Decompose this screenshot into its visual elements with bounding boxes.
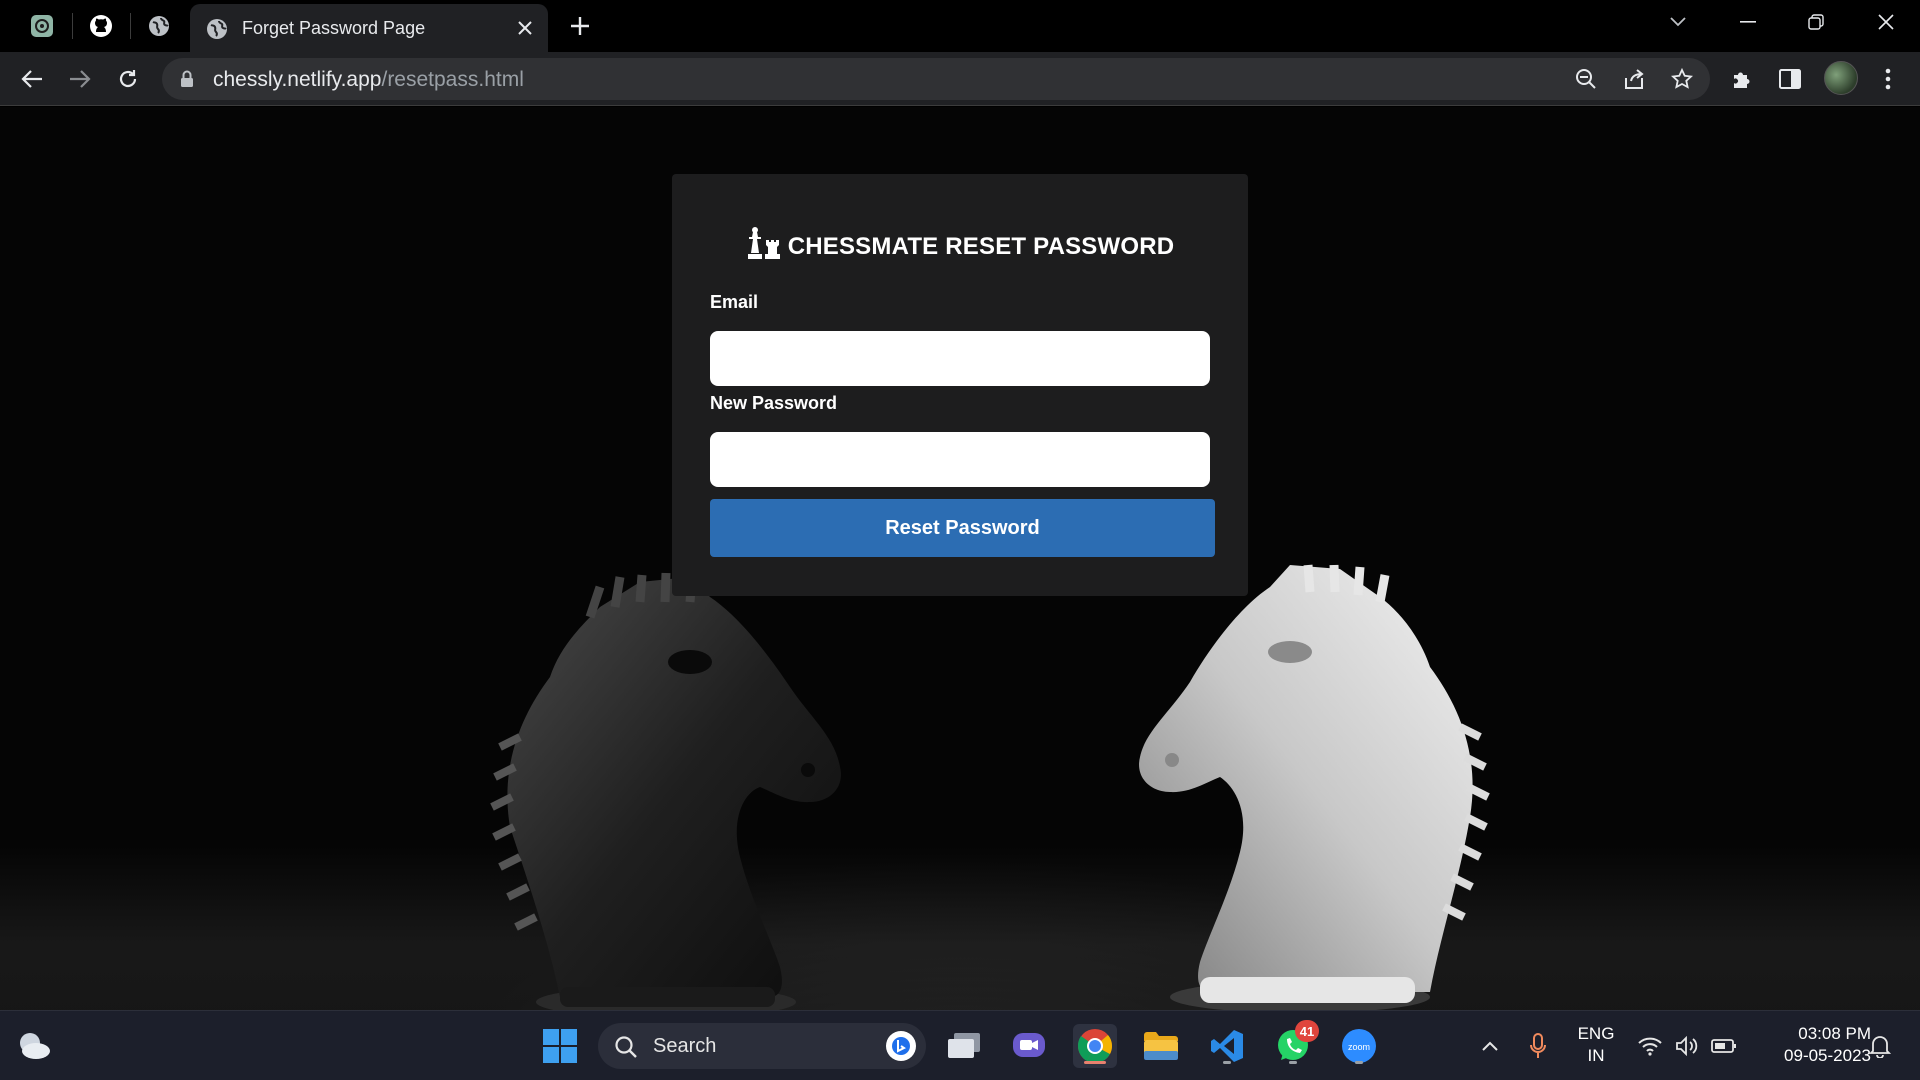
white-knight-image (1139, 564, 1490, 1010)
puzzle-icon (1734, 72, 1750, 88)
new-password-label: New Password (710, 393, 838, 413)
weather-cloud-icon (20, 1033, 50, 1059)
language-code: ENG (1577, 1024, 1615, 1043)
chrome-icon (1077, 1029, 1112, 1063)
chatgpt-icon (31, 15, 53, 37)
arrow-right-icon (70, 70, 91, 88)
zoom-app-icon: zoom (1342, 1029, 1376, 1063)
reload-button[interactable] (110, 61, 146, 97)
taskbar-teams[interactable] (1007, 1024, 1051, 1068)
whatsapp-badge: 41 (1295, 1020, 1319, 1042)
microphone-tray[interactable] (1516, 1024, 1560, 1068)
notification-bell-icon (1869, 1036, 1891, 1058)
card-title: CHESSMATE RESET PASSWORD (672, 226, 1248, 261)
notifications-button[interactable] (1858, 1024, 1902, 1068)
kebab-menu-icon (1885, 68, 1891, 90)
battery-tray[interactable] (1702, 1024, 1746, 1068)
pinned-tab-github[interactable] (78, 8, 124, 44)
chevron-down-icon (1670, 17, 1686, 27)
new-tab-button[interactable] (565, 11, 595, 41)
language-indicator[interactable]: ENG IN (1572, 1023, 1620, 1067)
minimize-button[interactable] (1714, 0, 1782, 44)
page-viewport: CHESSMATE RESET PASSWORD Email New Passw… (0, 107, 1920, 1010)
close-tab-button[interactable] (512, 15, 538, 41)
browser-tab-strip: Forget Password Page (0, 0, 1920, 52)
bookmark-button[interactable] (1664, 61, 1700, 97)
zoom-out-icon (1576, 69, 1596, 89)
tab-search-button[interactable] (1644, 0, 1712, 44)
folder-icon (1144, 1032, 1178, 1060)
side-panel-button[interactable] (1772, 61, 1808, 97)
restore-icon (1808, 14, 1824, 30)
star-icon (1671, 68, 1693, 89)
menu-button[interactable] (1870, 61, 1906, 97)
taskbar-file-explorer[interactable] (1139, 1024, 1183, 1068)
speaker-icon (1676, 1036, 1698, 1056)
task-view-icon (948, 1033, 980, 1058)
teams-chat-icon (1013, 1033, 1045, 1057)
github-icon (90, 15, 112, 37)
address-bar[interactable]: chessly.netlify.app/resetpass.html (162, 58, 1710, 100)
card-title-text: CHESSMATE RESET PASSWORD (787, 233, 1175, 260)
taskbar-whatsapp[interactable]: 41 (1271, 1020, 1319, 1068)
tab-forget-password[interactable]: Forget Password Page (190, 4, 548, 52)
close-icon (518, 21, 532, 35)
reset-password-card: CHESSMATE RESET PASSWORD Email New Passw… (672, 174, 1248, 596)
globe-icon (207, 19, 227, 39)
search-icon (615, 1036, 637, 1058)
region-code: IN (1587, 1046, 1605, 1065)
taskbar-zoom[interactable]: zoom (1337, 1024, 1381, 1068)
background-floor (0, 847, 1920, 1010)
zoom-button[interactable] (1568, 61, 1604, 97)
share-icon (1625, 69, 1644, 89)
plus-icon (571, 17, 589, 35)
extensions-button[interactable] (1724, 61, 1760, 97)
forward-button[interactable] (62, 61, 98, 97)
show-hidden-icons-button[interactable] (1468, 1024, 1512, 1068)
taskbar-task-view[interactable] (942, 1024, 986, 1068)
minimize-icon (1740, 21, 1756, 23)
reload-icon (119, 70, 137, 88)
vscode-icon (1211, 1030, 1243, 1062)
email-field[interactable] (710, 331, 1210, 386)
svg-text:zoom: zoom (1348, 1042, 1370, 1052)
taskbar-search[interactable]: Search (598, 1023, 926, 1069)
new-password-field[interactable] (710, 432, 1210, 487)
share-button[interactable] (1616, 61, 1652, 97)
clock-date: 09-05-2023 (1784, 1046, 1871, 1065)
back-button[interactable] (14, 61, 50, 97)
taskbar-chrome[interactable] (1073, 1024, 1117, 1068)
black-knight-image (490, 572, 841, 1010)
microphone-icon (1530, 1033, 1546, 1058)
bing-icon (892, 1037, 910, 1055)
profile-avatar[interactable] (1824, 61, 1858, 95)
tab-title: Forget Password Page (242, 18, 426, 38)
wifi-icon (1638, 1037, 1662, 1056)
clock-time: 03:08 PM (1798, 1024, 1871, 1043)
close-window-button[interactable] (1852, 0, 1920, 44)
side-panel-icon (1779, 69, 1801, 89)
weather-widget[interactable] (12, 1024, 56, 1068)
email-label: Email (710, 292, 759, 312)
lock-icon (181, 70, 193, 87)
url-text: chessly.netlify.app/resetpass.html (213, 68, 524, 91)
pinned-tab-globe[interactable] (136, 8, 182, 44)
close-icon (1878, 14, 1894, 30)
search-label: Search (653, 1035, 717, 1057)
restore-button[interactable] (1782, 0, 1850, 44)
chess-pieces-icon (747, 227, 780, 259)
taskbar-vscode[interactable] (1205, 1024, 1249, 1068)
chevron-up-icon (1482, 1041, 1498, 1051)
clock[interactable]: 03:08 PM 09-05-2023 (1755, 1023, 1871, 1067)
pinned-tab-chatgpt[interactable] (19, 8, 65, 44)
start-button[interactable] (538, 1024, 582, 1068)
reset-password-button[interactable]: Reset Password (710, 499, 1215, 557)
browser-toolbar: chessly.netlify.app/resetpass.html (0, 52, 1920, 106)
globe-icon (149, 16, 169, 36)
battery-icon (1711, 1039, 1736, 1053)
bing-button[interactable] (886, 1031, 916, 1061)
windows-logo-icon (543, 1029, 577, 1063)
windows-taskbar: Search 41 zoom ENG IN 03:08 PM 09-05-202… (0, 1010, 1920, 1080)
arrow-left-icon (21, 70, 42, 88)
